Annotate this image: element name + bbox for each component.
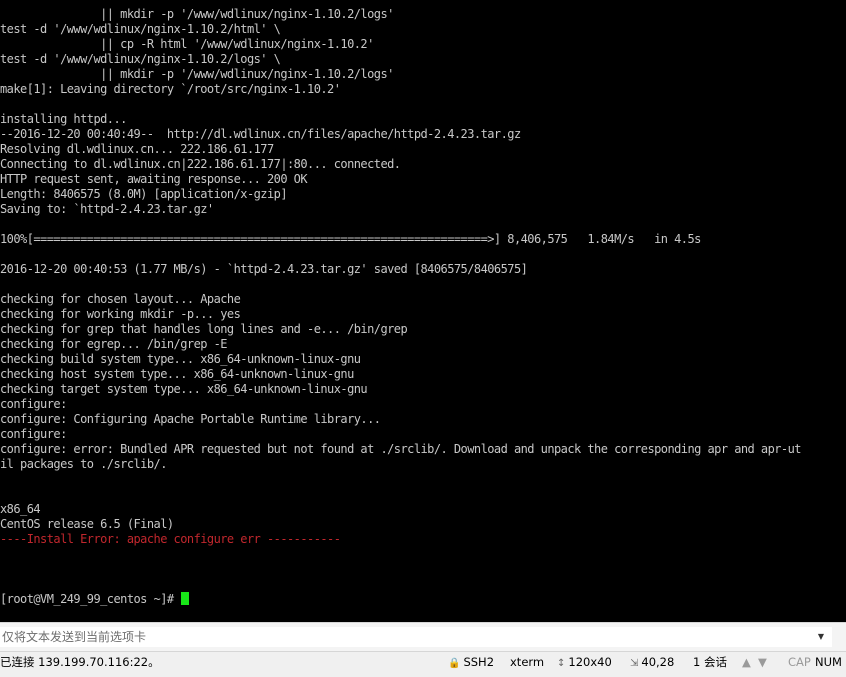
chevron-down-icon[interactable]: ▼ <box>814 629 828 645</box>
send-text-bar: ▼ <box>0 622 846 652</box>
terminal-line: checking for egrep... /bin/grep -E <box>0 337 227 351</box>
terminal-line: 100%[===================================… <box>0 232 701 246</box>
terminal-line: Connecting to dl.wdlinux.cn|222.186.61.1… <box>0 157 401 171</box>
down-arrow-icon[interactable]: ▼ <box>758 652 767 677</box>
up-arrow-icon[interactable]: ▲ <box>742 652 751 677</box>
session-count: 1 会话 <box>693 655 727 669</box>
terminal-line: x86_64 <box>0 502 41 516</box>
terminal-line: make[1]: Leaving directory `/root/src/ng… <box>0 82 341 96</box>
text-cursor <box>181 592 190 605</box>
send-text-input[interactable] <box>0 627 832 647</box>
terminal-line: Length: 8406575 (8.0M) [application/x-gz… <box>0 187 288 201</box>
terminal-line: HTTP request sent, awaiting response... … <box>0 172 308 186</box>
terminal-line: ----Install Error: apache configure err … <box>0 532 341 546</box>
terminal-line: test -d '/www/wdlinux/nginx-1.10.2/logs'… <box>0 52 281 66</box>
terminal-line: checking build system type... x86_64-unk… <box>0 352 361 366</box>
connection-status: 已连接 139.199.70.116:22。 <box>0 655 160 669</box>
terminal-line: configure: <box>0 427 67 441</box>
cursor-position-label: 40,28 <box>641 655 675 669</box>
terminal-line: || mkdir -p '/www/wdlinux/nginx-1.10.2/l… <box>0 67 394 81</box>
terminal-line: configure: Configuring Apache Portable R… <box>0 412 381 426</box>
num-lock-indicator: NUM <box>815 655 842 669</box>
caps-lock-indicator: CAP <box>788 655 811 669</box>
terminal-line: test -d '/www/wdlinux/nginx-1.10.2/html'… <box>0 22 281 36</box>
terminal-line: || cp -R html '/www/wdlinux/nginx-1.10.2… <box>0 37 374 51</box>
protocol-indicator: 🔒 SSH2 <box>448 652 494 677</box>
terminal-line: configure: <box>0 397 67 411</box>
terminal-line: Saving to: `httpd-2.4.23.tar.gz' <box>0 202 214 216</box>
terminal-size: ↕ 120x40 <box>557 652 612 677</box>
status-bar: 已连接 139.199.70.116:22。 🔒 SSH2 xterm ↕ 120x… <box>0 652 846 677</box>
terminal-line: checking target system type... x86_64-un… <box>0 382 368 396</box>
cursor-position: ⇲ 40,28 <box>630 652 674 677</box>
protocol-label: SSH2 <box>463 655 495 669</box>
terminal-line: checking for working mkdir -p... yes <box>0 307 241 321</box>
cursor-position-icon: ⇲ <box>630 658 639 669</box>
terminal-size-label: 120x40 <box>568 655 612 669</box>
lock-icon: 🔒 <box>448 658 461 669</box>
terminal-line: || mkdir -p '/www/wdlinux/nginx-1.10.2/l… <box>0 7 394 21</box>
terminal-output: || mkdir -p '/www/wdlinux/nginx-1.10.2/l… <box>0 7 802 607</box>
terminal-line: checking for chosen layout... Apache <box>0 292 241 306</box>
resize-icon: ↕ <box>557 658 566 669</box>
terminal-line: Resolving dl.wdlinux.cn... 222.186.61.17… <box>0 142 274 156</box>
prompt-line[interactable]: [root@VM_249_99_centos ~]# <box>0 592 801 607</box>
terminal-line: --2016-12-20 00:40:49-- http://dl.wdlinu… <box>0 127 521 141</box>
terminal-line: checking host system type... x86_64-unkn… <box>0 367 354 381</box>
shell-prompt: [root@VM_249_99_centos ~]# <box>0 592 181 606</box>
terminal-line: configure: error: Bundled APR requested … <box>0 442 802 456</box>
terminal-line: il packages to ./srclib/. <box>0 457 167 471</box>
terminal-line: CentOS release 6.5 (Final) <box>0 517 174 531</box>
terminal-line: checking for grep that handles long line… <box>0 322 408 336</box>
terminal-window[interactable]: || mkdir -p '/www/wdlinux/nginx-1.10.2/l… <box>0 0 846 622</box>
terminal-type: xterm <box>510 655 545 669</box>
terminal-line: installing httpd... <box>0 112 127 126</box>
terminal-line: 2016-12-20 00:40:53 (1.77 MB/s) - `httpd… <box>0 262 528 276</box>
